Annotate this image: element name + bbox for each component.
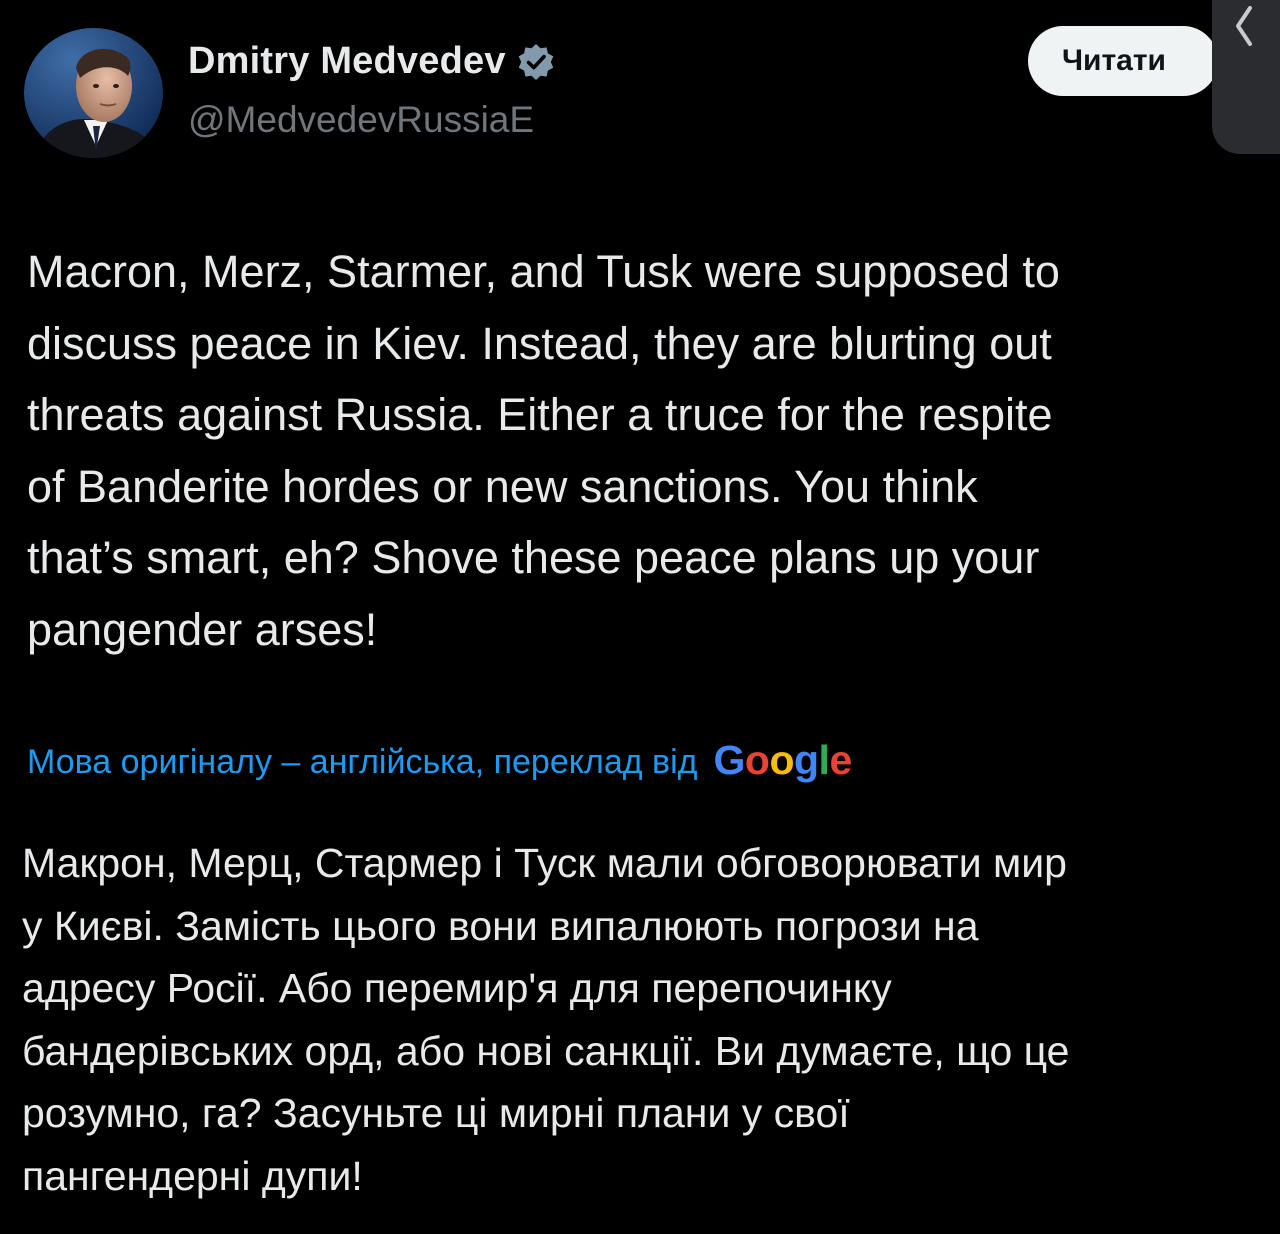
author-avatar[interactable] xyxy=(24,28,163,158)
author-handle[interactable]: @MedvedevRussiaE xyxy=(188,99,534,141)
tweet-text: Macron, Merz, Starmer, and Tusk were sup… xyxy=(27,236,1257,665)
translated-text-line: у Києві. Замість цього вони випалюють по… xyxy=(22,902,979,949)
tweet-text-line: pangender arses! xyxy=(27,603,378,655)
tweet-text-line: discuss peace in Kiev. Instead, they are… xyxy=(27,317,1052,369)
google-logo: Google xyxy=(713,736,853,783)
translated-text-line: розумно, га? Засуньте ці мирні плани у с… xyxy=(22,1090,850,1136)
author-name-row[interactable]: Dmitry Medvedev xyxy=(188,40,556,83)
translated-text-line: адресу Росії. Або перемир'я для перепочи… xyxy=(22,965,892,1011)
translation-note-link[interactable]: Мова оригіналу – англійська, переклад ві… xyxy=(27,743,698,782)
tweet-text-line: threats against Russia. Either a truce f… xyxy=(27,389,1053,440)
translated-text-line: пангендерні дупи! xyxy=(22,1152,363,1199)
tweet-text-line: Macron, Merz, Starmer, and Tusk were sup… xyxy=(27,246,1060,297)
tweet-text-line: that’s smart, eh? Shove these peace plan… xyxy=(27,532,1040,583)
chevron-left-icon[interactable] xyxy=(1232,2,1256,50)
translation-attribution[interactable]: Мова оригіналу – англійська, переклад ві… xyxy=(27,732,852,792)
translated-text-line: Макрон, Мерц, Стармер і Туск мали обгово… xyxy=(22,840,1067,886)
translated-text: Макрон, Мерц, Стармер і Туск мали обгово… xyxy=(22,832,1262,1207)
tweet-text-line: of Banderite hordes or new sanctions. Yo… xyxy=(27,460,978,512)
translated-text-line: бандерівських орд, або нові санкції. Ви … xyxy=(22,1027,1070,1074)
author-name[interactable]: Dmitry Medvedev xyxy=(188,40,506,83)
avatar-image xyxy=(24,28,163,158)
verified-badge-icon[interactable] xyxy=(516,42,556,82)
read-button[interactable]: Читати xyxy=(1028,26,1218,96)
